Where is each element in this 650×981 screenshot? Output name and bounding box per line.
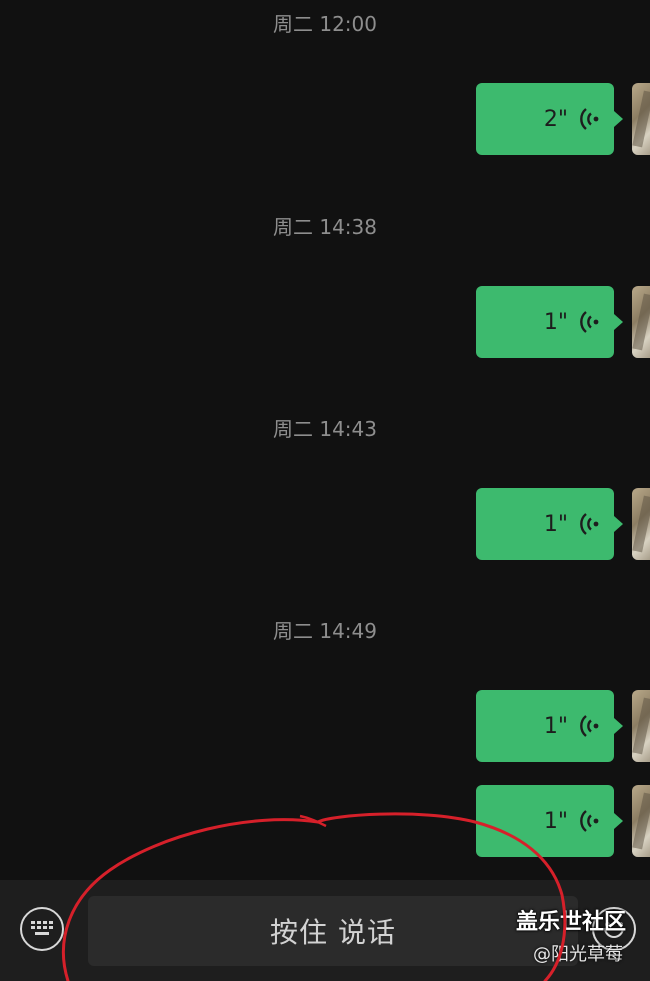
voice-wave-icon	[580, 715, 599, 737]
voice-wave-icon	[580, 311, 599, 333]
voice-duration: 2"	[543, 106, 568, 132]
message-timestamp: 周二 14:38	[273, 215, 377, 239]
voice-message-bubble[interactable]: 2"	[476, 83, 623, 155]
avatar[interactable]	[632, 286, 650, 358]
voice-message-bubble[interactable]: 1"	[476, 286, 623, 358]
watermark-title: 盖乐世社区	[516, 910, 627, 935]
avatar[interactable]	[632, 690, 650, 762]
chat-area: 周二 12:00 2" 周二 14:38 1" 周二 14:43 1" 周二 1…	[0, 0, 650, 880]
voice-duration: 1"	[543, 713, 568, 739]
voice-message-bubble[interactable]: 1"	[476, 785, 623, 857]
voice-duration: 1"	[543, 808, 568, 834]
voice-duration: 1"	[543, 511, 568, 537]
message-timestamp: 周二 12:00	[273, 12, 377, 36]
voice-message-bubble[interactable]: 1"	[476, 690, 623, 762]
keyboard-icon	[31, 921, 53, 935]
message-timestamp: 周二 14:43	[273, 417, 377, 441]
avatar[interactable]	[632, 488, 650, 560]
message-timestamp: 周二 14:49	[273, 619, 377, 643]
voice-wave-icon	[580, 513, 599, 535]
voice-wave-icon	[580, 810, 599, 832]
voice-duration: 1"	[543, 309, 568, 335]
avatar[interactable]	[632, 83, 650, 155]
avatar[interactable]	[632, 785, 650, 857]
voice-message-bubble[interactable]: 1"	[476, 488, 623, 560]
voice-wave-icon	[580, 108, 599, 130]
hold-to-talk-button[interactable]: 按住 说话	[88, 896, 578, 966]
watermark-user: @阳光草莓	[533, 944, 623, 965]
keyboard-toggle-button[interactable]	[20, 907, 64, 951]
